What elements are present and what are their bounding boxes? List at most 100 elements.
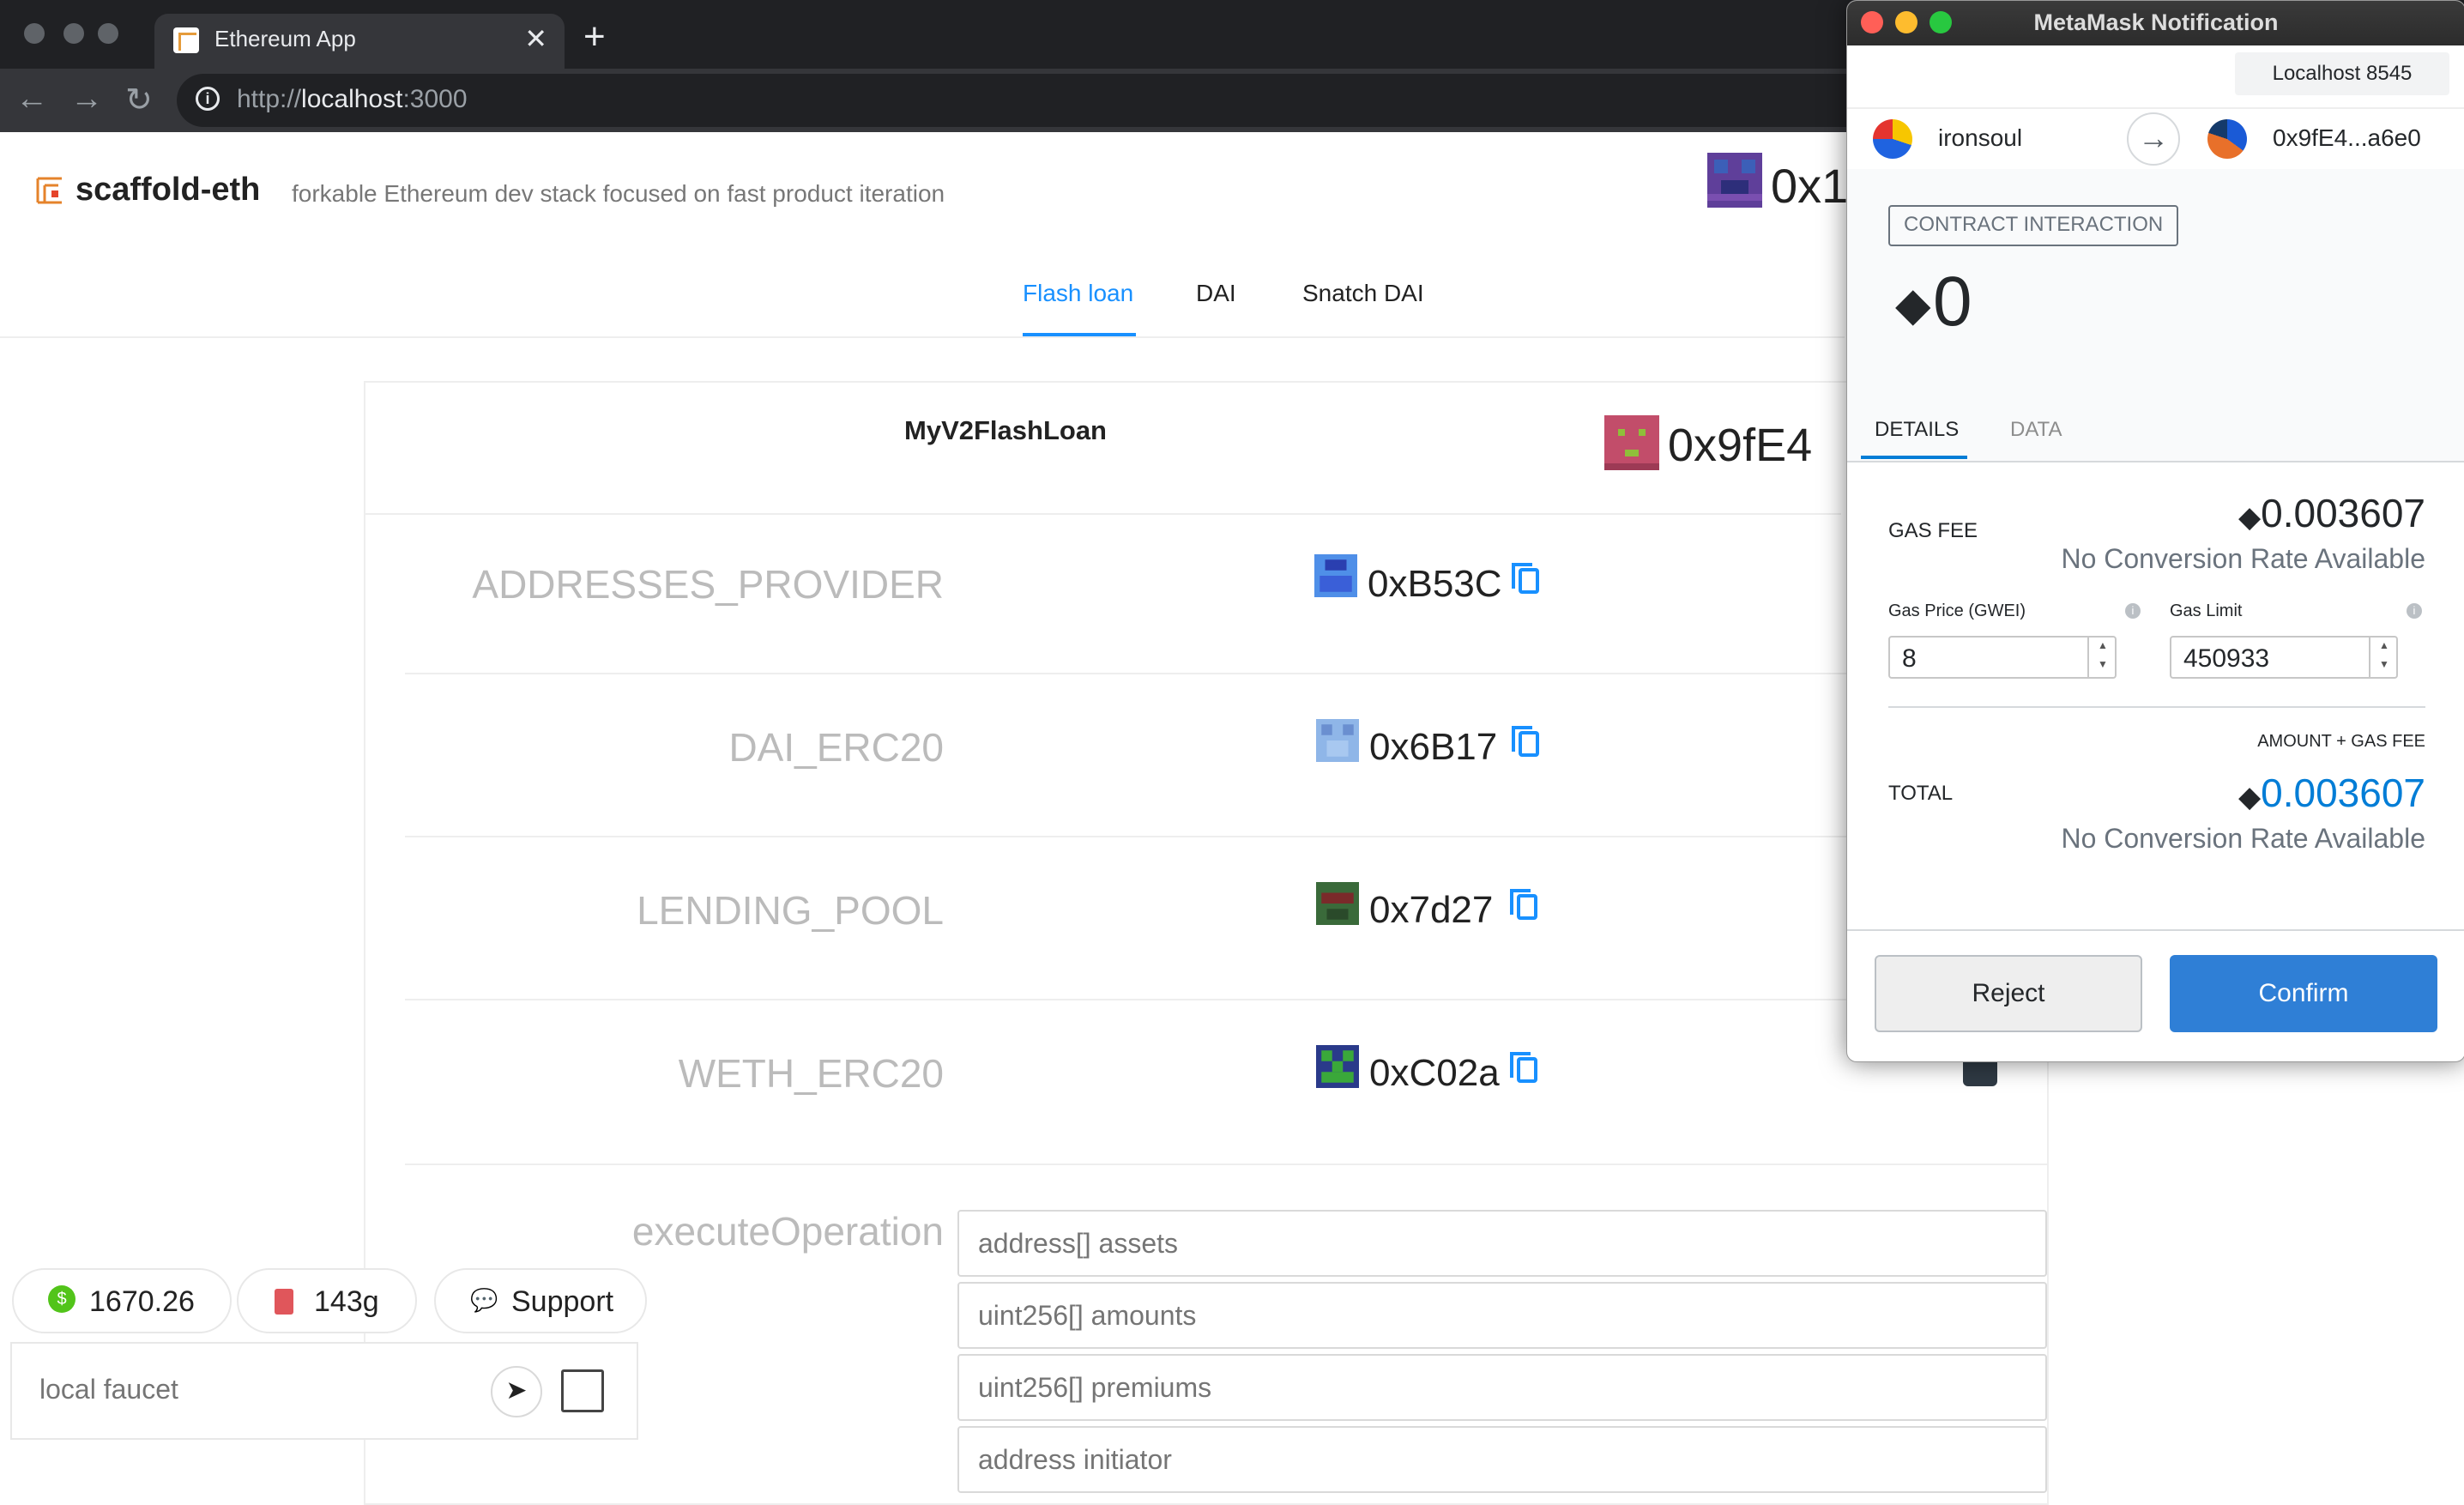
- gas-price-value: 143g: [314, 1285, 379, 1318]
- copy-icon[interactable]: [1510, 1052, 1537, 1083]
- address-bar[interactable]: i http://localhost:3000: [177, 74, 1978, 127]
- gas-pump-icon: [275, 1289, 293, 1315]
- copy-icon[interactable]: [1510, 889, 1537, 920]
- stepper-icon[interactable]: ▲ ▼: [2369, 636, 2398, 679]
- url-text: http://localhost:3000: [237, 85, 468, 113]
- var-label-addresses-provider: ADDRESSES_PROVIDER: [472, 562, 944, 607]
- gas-limit-label: Gas Limit: [2170, 601, 2243, 620]
- tab-data[interactable]: DATA: [2010, 418, 2062, 442]
- contract-name: MyV2FlashLoan: [904, 415, 1107, 445]
- row-divider: [405, 673, 2049, 674]
- details-tabs: DETAILS DATA: [1847, 406, 2464, 462]
- confirm-button[interactable]: Confirm: [2170, 955, 2437, 1032]
- contract-address[interactable]: 0x9fE4: [1668, 419, 1812, 472]
- window-minimize-dot[interactable]: [63, 23, 84, 44]
- gas-price-input[interactable]: 8 ▲ ▼: [1888, 636, 2117, 679]
- blockie-dai-erc20: [1316, 719, 1359, 762]
- info-icon[interactable]: i: [2407, 603, 2422, 619]
- support-button[interactable]: 💬 Support: [434, 1268, 647, 1333]
- metamask-titlebar: MetaMask Notification: [1847, 1, 2464, 45]
- address-dai-erc20[interactable]: 0x6B17: [1369, 726, 1497, 769]
- total-conversion: No Conversion Rate Available: [2061, 823, 2425, 854]
- eth-icon: ◆: [2238, 501, 2262, 534]
- tab-flash-loan[interactable]: Flash loan: [1023, 280, 1133, 307]
- account-blockie-avatar: [1707, 153, 1762, 208]
- footer-divider: [1847, 929, 2464, 931]
- site-info-icon[interactable]: i: [196, 87, 220, 111]
- tab-title: Ethereum App: [214, 26, 356, 51]
- to-account-avatar: [2207, 119, 2247, 159]
- reload-icon[interactable]: ↻: [125, 81, 153, 119]
- faucet-panel: ➤: [10, 1342, 638, 1440]
- account-bar: ironsoul → 0x9fE4...a6e0: [1847, 107, 2464, 171]
- active-tab-underline: [1023, 333, 1136, 336]
- metamask-window-title: MetaMask Notification: [2033, 9, 2279, 35]
- dollar-icon: $: [48, 1285, 75, 1313]
- app-brand[interactable]: scaffold-eth: [75, 172, 260, 209]
- tab-snatch-dai[interactable]: Snatch DAI: [1302, 280, 1424, 307]
- details-divider: [1888, 706, 2425, 708]
- row-divider: [405, 1164, 2049, 1165]
- active-tab-underline: [1861, 456, 1967, 459]
- amounts-input[interactable]: [957, 1282, 2047, 1349]
- var-label-dai-erc20: DAI_ERC20: [728, 725, 944, 770]
- address-weth-erc20[interactable]: 0xC02a: [1369, 1052, 1500, 1095]
- amount-plus-gas-label: AMOUNT + GAS FEE: [2257, 732, 2425, 751]
- tab-details[interactable]: DETAILS: [1875, 418, 1959, 442]
- browser-tab[interactable]: Ethereum App ✕: [154, 14, 565, 69]
- assets-input[interactable]: [957, 1210, 2047, 1277]
- from-account-avatar: [1873, 119, 1912, 159]
- blockie-addresses-provider: [1314, 554, 1357, 597]
- to-address[interactable]: 0x9fE4...a6e0: [2273, 124, 2421, 152]
- tab-close-icon[interactable]: ✕: [524, 22, 547, 55]
- account-address[interactable]: 0x1: [1771, 158, 1848, 214]
- new-tab-icon[interactable]: +: [583, 15, 606, 58]
- window-zoom-dot[interactable]: [98, 23, 118, 44]
- address-lending-pool[interactable]: 0x7d27: [1369, 889, 1493, 932]
- send-icon[interactable]: ➤: [491, 1366, 542, 1417]
- eth-icon: ◆: [1895, 279, 1931, 330]
- contract-interaction-badge: CONTRACT INTERACTION: [1888, 205, 2179, 246]
- back-icon[interactable]: ←: [15, 81, 48, 118]
- tab-dai[interactable]: DAI: [1196, 280, 1236, 307]
- reject-button[interactable]: Reject: [1875, 955, 2142, 1032]
- blockie-weth-erc20: [1316, 1045, 1359, 1088]
- gas-limit-value: 450933: [2183, 644, 2270, 673]
- copy-icon[interactable]: [1512, 726, 1539, 757]
- copy-icon[interactable]: [1512, 563, 1539, 594]
- menu-divider: [0, 336, 1845, 338]
- function-label-execute-operation: executeOperation: [631, 1209, 944, 1254]
- faucet-address-input[interactable]: [38, 1373, 470, 1406]
- info-icon[interactable]: i: [2125, 603, 2141, 619]
- app-tagline: forkable Ethereum dev stack focused on f…: [292, 180, 945, 207]
- eth-icon: ◆: [2238, 781, 2262, 813]
- eth-price-button[interactable]: $ 1670.26: [12, 1268, 232, 1333]
- network-indicator[interactable]: Localhost 8545: [2235, 52, 2449, 95]
- arrow-right-icon: →: [2127, 112, 2180, 166]
- premiums-input[interactable]: [957, 1354, 2047, 1421]
- tx-amount: 0: [1933, 263, 1972, 341]
- blockie-lending-pool: [1316, 882, 1359, 925]
- gas-limit-input[interactable]: 450933 ▲ ▼: [2170, 636, 2398, 679]
- from-account-name: ironsoul: [1938, 124, 2023, 151]
- eth-price-value: 1670.26: [89, 1285, 195, 1318]
- row-divider: [405, 836, 2049, 837]
- initiator-input[interactable]: [957, 1426, 2047, 1493]
- forward-icon[interactable]: →: [70, 81, 103, 118]
- tab-favicon-icon: [173, 27, 199, 53]
- gas-fee-value: ◆0.003607: [2238, 491, 2425, 535]
- var-label-lending-pool: LENDING_POOL: [637, 888, 944, 933]
- window-close-dot[interactable]: [24, 23, 45, 44]
- contract-blockie-avatar: [1604, 415, 1659, 470]
- address-addresses-provider[interactable]: 0xB53C: [1368, 563, 1502, 606]
- support-label: Support: [511, 1285, 614, 1318]
- stepper-icon[interactable]: ▲ ▼: [2087, 636, 2117, 679]
- card-header-divider: [365, 513, 1841, 515]
- wallet-icon[interactable]: [561, 1369, 604, 1412]
- gas-fee-label: GAS FEE: [1888, 519, 1978, 542]
- row-divider: [405, 999, 2049, 1000]
- var-label-weth-erc20: WETH_ERC20: [678, 1051, 944, 1096]
- gas-fee-conversion: No Conversion Rate Available: [2061, 543, 2425, 574]
- metamask-notification-window: MetaMask Notification Localhost 8545 iro…: [1846, 0, 2464, 1062]
- gas-price-button[interactable]: 143g: [237, 1268, 417, 1333]
